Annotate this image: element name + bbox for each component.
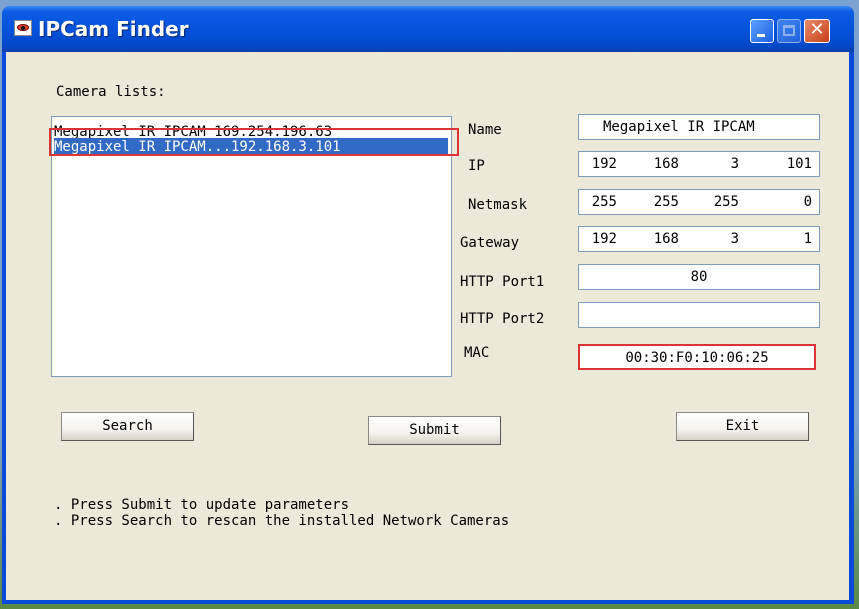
ip-octet-2[interactable]: 168 xyxy=(649,152,679,176)
mac-label: MAC xyxy=(464,345,490,361)
http-port2-field[interactable] xyxy=(578,302,820,328)
netmask-label: Netmask xyxy=(468,197,528,213)
exit-button[interactable]: Exit xyxy=(676,412,809,441)
name-field-value: Megapixel IR IPCAM xyxy=(603,119,755,135)
http-port1-value: 80 xyxy=(690,269,708,285)
ip-field[interactable]: 192 168 3 101 xyxy=(578,151,820,177)
netmask-octet-2[interactable]: 255 xyxy=(649,190,679,214)
gateway-octet-2[interactable]: 168 xyxy=(649,227,679,251)
gateway-octet-3[interactable]: 3 xyxy=(709,227,739,251)
app-window: IPCam Finder ✕ Camera lists: Megapixel I… xyxy=(2,6,854,604)
http-port1-label: HTTP Port1 xyxy=(460,274,545,290)
title-bar[interactable]: IPCam Finder ✕ xyxy=(2,6,854,52)
netmask-octet-4[interactable]: 0 xyxy=(774,190,812,214)
netmask-octet-3[interactable]: 255 xyxy=(709,190,739,214)
maximize-icon xyxy=(783,25,795,36)
camera-list-label: Camera lists: xyxy=(56,84,166,100)
ip-octet-3[interactable]: 3 xyxy=(709,152,739,176)
submit-button[interactable]: Submit xyxy=(368,416,501,445)
mac-value: 00:30:F0:10:06:25 xyxy=(625,350,769,366)
minimize-icon xyxy=(757,34,765,37)
hint-submit: . Press Submit to update parameters xyxy=(54,497,350,513)
ip-octet-4[interactable]: 101 xyxy=(774,152,812,176)
gateway-label: Gateway xyxy=(460,235,520,251)
ip-octet-1[interactable]: 192 xyxy=(587,152,617,176)
maximize-button xyxy=(777,19,801,43)
name-label: Name xyxy=(468,122,502,138)
dialog-client-area: Camera lists: Megapixel IR IPCAM 169.254… xyxy=(6,52,849,600)
close-icon: ✕ xyxy=(809,19,825,40)
gateway-octet-1[interactable]: 192 xyxy=(587,227,617,251)
gateway-octet-4[interactable]: 1 xyxy=(774,227,812,251)
http-port1-field[interactable]: 80 xyxy=(578,264,820,290)
netmask-field[interactable]: 255 255 255 0 xyxy=(578,189,820,215)
netmask-octet-1[interactable]: 255 xyxy=(587,190,617,214)
search-button[interactable]: Search xyxy=(61,412,194,441)
hint-search: . Press Search to rescan the installed N… xyxy=(54,513,510,529)
selection-highlight-box xyxy=(49,128,459,156)
window-title: IPCam Finder xyxy=(38,17,189,41)
gateway-field[interactable]: 192 168 3 1 xyxy=(578,226,820,252)
http-port2-label: HTTP Port2 xyxy=(460,311,545,327)
name-field[interactable]: Megapixel IR IPCAM xyxy=(578,114,820,140)
camera-eye-icon xyxy=(14,20,32,36)
mac-field[interactable]: 00:30:F0:10:06:25 xyxy=(578,344,816,370)
ip-label: IP xyxy=(468,158,485,174)
close-button[interactable]: ✕ xyxy=(804,19,830,43)
minimize-button[interactable] xyxy=(750,19,774,43)
